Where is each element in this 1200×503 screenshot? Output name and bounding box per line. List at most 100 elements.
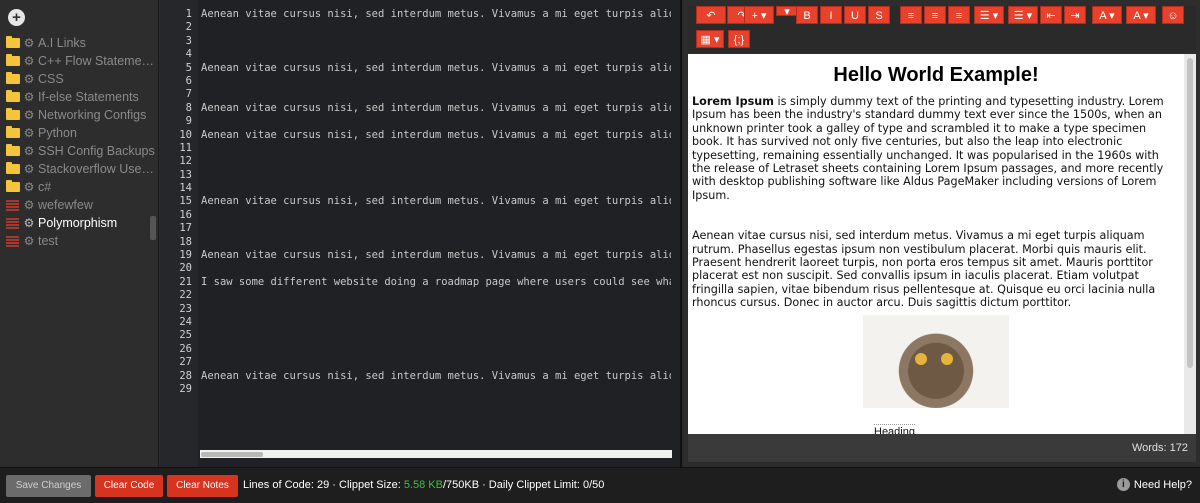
notes-paragraph-1: Lorem Ipsum is simply dummy text of the … xyxy=(692,95,1178,202)
snippet-label: C++ Flow Stateme… xyxy=(38,54,155,68)
table-icon[interactable]: ▦ ▾ xyxy=(696,30,724,48)
help-link[interactable]: i Need Help? xyxy=(1116,478,1192,491)
code-line: 10 Aenean vitae cursus nisi, sed interdum… xyxy=(160,129,680,142)
line-number: 8 xyxy=(185,101,192,114)
gear-icon[interactable]: ⚙ xyxy=(23,180,35,194)
notes-editor[interactable]: Hello World Example! Lorem Ipsum is simp… xyxy=(688,54,1184,434)
code-line: 27 xyxy=(160,356,680,369)
snippet-item[interactable]: ⚙ test xyxy=(0,232,158,250)
indent-icon[interactable]: ⇥ xyxy=(1064,6,1086,24)
line-text xyxy=(192,289,671,302)
line-text xyxy=(192,155,671,168)
clear-code-button[interactable]: Clear Code xyxy=(95,475,163,497)
code-line: 7 xyxy=(160,88,680,101)
number-list-icon[interactable]: ☰ ▾ xyxy=(1008,6,1038,24)
outdent-icon[interactable]: ⇤ xyxy=(1040,6,1062,24)
bullet-list-icon[interactable]: ☰ ▾ xyxy=(974,6,1004,24)
insert-icon[interactable]: + ▾ xyxy=(744,6,774,24)
line-text xyxy=(192,383,671,396)
gear-icon[interactable]: ⚙ xyxy=(23,90,35,104)
gear-icon[interactable]: ⚙ xyxy=(23,72,35,86)
line-number: 23 xyxy=(179,302,192,315)
notes-vertical-scrollbar-thumb[interactable] xyxy=(1187,58,1193,368)
undo-icon[interactable]: ↶ xyxy=(696,6,726,24)
gear-icon[interactable]: ⚙ xyxy=(23,36,35,50)
snippet-label: CSS xyxy=(38,72,64,86)
gear-icon[interactable]: ⚙ xyxy=(23,198,35,212)
snippet-item[interactable]: ⚙ wefewfew xyxy=(0,196,158,214)
snippet-item[interactable]: ⚙ Python xyxy=(0,124,158,142)
underline-icon[interactable]: U xyxy=(844,6,866,24)
line-text xyxy=(192,169,671,182)
snippet-item[interactable]: ⚙ C++ Flow Stateme… xyxy=(0,52,158,70)
clear-notes-button[interactable]: Clear Notes xyxy=(167,475,238,497)
font-color-icon[interactable]: A ▾ xyxy=(1092,6,1122,24)
snippet-item[interactable]: ⚙ SSH Config Backups xyxy=(0,142,158,160)
code-line: 3 xyxy=(160,35,680,48)
snippet-item[interactable]: ⚙ Networking Configs xyxy=(0,106,158,124)
gear-icon[interactable]: ⚙ xyxy=(23,126,35,140)
notes-title: Hello World Example! xyxy=(833,64,1039,86)
code-line: 16 xyxy=(160,209,680,222)
dropdown-icon[interactable]: ▾ xyxy=(776,6,798,18)
line-text xyxy=(192,329,671,342)
line-text xyxy=(192,142,671,155)
code-editor[interactable]: 1 Aenean vitae cursus nisi, sed interdum … xyxy=(160,0,682,467)
folder-icon xyxy=(6,126,20,138)
code-line: 18 xyxy=(160,236,680,249)
italic-icon[interactable]: I xyxy=(820,6,842,24)
gear-icon[interactable]: ⚙ xyxy=(23,108,35,122)
line-text: Aenean vitae cursus nisi, sed interdum m… xyxy=(201,128,671,141)
line-number: 13 xyxy=(179,168,192,181)
file-icon xyxy=(6,199,19,211)
snippet-item[interactable]: ⚙ If-else Statements xyxy=(0,88,158,106)
line-number: 19 xyxy=(179,249,192,262)
bold-icon[interactable]: B xyxy=(796,6,818,24)
align-left-icon[interactable]: ≡ xyxy=(900,6,922,24)
add-snippet-icon[interactable]: + xyxy=(8,9,25,26)
highlight-icon[interactable]: A ▾ xyxy=(1126,6,1156,24)
emoji-icon[interactable]: ☺ xyxy=(1162,6,1184,24)
horizontal-scrollbar[interactable] xyxy=(200,450,672,458)
gear-icon[interactable]: ⚙ xyxy=(23,216,35,230)
gear-icon[interactable]: ⚙ xyxy=(23,162,35,176)
folder-icon xyxy=(6,180,20,192)
snippet-label: Networking Configs xyxy=(38,108,147,122)
horizontal-scrollbar-thumb[interactable] xyxy=(201,452,263,457)
snippet-label: Stackoverflow Use… xyxy=(38,162,155,176)
snippet-item[interactable]: ⚙ Stackoverflow Use… xyxy=(0,160,158,178)
code-line: 6 xyxy=(160,75,680,88)
help-label: Need Help? xyxy=(1133,478,1192,491)
gear-icon[interactable]: ⚙ xyxy=(23,144,35,158)
snippet-item[interactable]: ⚙ CSS xyxy=(0,70,158,88)
sidebar-resize-handle[interactable] xyxy=(150,216,156,240)
save-changes-button[interactable]: Save Changes xyxy=(6,475,91,497)
snippet-item[interactable]: ⚙ c# xyxy=(0,178,158,196)
gear-icon[interactable]: ⚙ xyxy=(23,234,35,248)
line-text xyxy=(192,21,671,34)
code-line: 24 xyxy=(160,316,680,329)
notes-bold-term: Lorem Ipsum xyxy=(692,95,774,108)
snippet-item[interactable]: ⚙ A.I Links xyxy=(0,34,158,52)
code-icon[interactable]: {;} xyxy=(728,30,750,48)
line-text xyxy=(192,48,671,61)
code-line: 15 Aenean vitae cursus nisi, sed interdum… xyxy=(160,195,680,208)
line-text xyxy=(192,115,671,128)
notes-heading-fragment: Heading xyxy=(874,424,915,434)
line-text: Aenean vitae cursus nisi, sed interdum m… xyxy=(201,61,671,74)
gear-icon[interactable]: ⚙ xyxy=(23,54,35,68)
line-number: 28 xyxy=(179,369,192,382)
code-line: 13 xyxy=(160,169,680,182)
align-right-icon[interactable]: ≡ xyxy=(948,6,970,24)
strikethrough-icon[interactable]: S xyxy=(868,6,890,24)
code-line: 12 xyxy=(160,155,680,168)
snippet-label: A.I Links xyxy=(38,36,86,50)
code-line: 2 xyxy=(160,21,680,34)
snippet-item[interactable]: ⚙ Polymorphism xyxy=(0,214,158,232)
snippet-list: ⚙ A.I Links ⚙ C++ Flow Stateme… ⚙ CSS ⚙ If-else… xyxy=(0,34,158,250)
line-text: Aenean vitae cursus nisi, sed interdum m… xyxy=(201,195,671,208)
align-center-icon[interactable]: ≡ xyxy=(924,6,946,24)
line-number: 5 xyxy=(185,61,192,74)
rich-text-toolbar: ↶ ↷ + ▾ ▾ B I U S ≡ ≡ ≡ ☰ ▾ ☰ ▾ ⇤ ⇥ A ▾ A ▾ ☺ ▦ ▾ {;} xyxy=(688,6,1196,52)
folder-icon xyxy=(6,108,20,120)
